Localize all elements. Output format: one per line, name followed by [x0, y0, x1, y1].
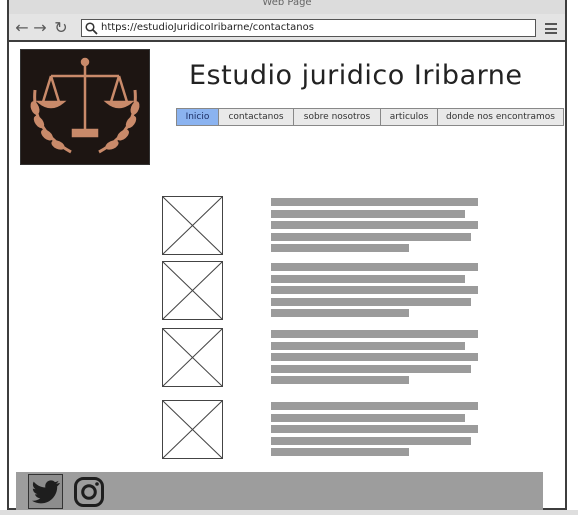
url-text: https://estudioJuridicoIribarne/contacta…: [101, 22, 314, 33]
scales-of-justice-logo: [20, 49, 150, 165]
text-placeholder: [271, 263, 478, 321]
text-placeholder: [271, 402, 478, 460]
main-nav: Inicio contactanos sobre nosotros articu…: [176, 108, 564, 126]
hamburger-menu-icon[interactable]: [545, 23, 557, 34]
status-strip: [0, 510, 578, 515]
image-placeholder: [162, 328, 223, 387]
search-icon: [85, 22, 98, 35]
footer: [16, 472, 543, 510]
twitter-icon[interactable]: [28, 474, 63, 509]
browser-toolbar: ← → ↻ https://estudioJuridicoIribarne/co…: [9, 14, 565, 42]
window-title: Web Page: [9, 0, 565, 15]
instagram-icon[interactable]: [73, 476, 105, 508]
nav-item-donde-nos-encontramos[interactable]: donde nos encontramos: [438, 108, 564, 126]
arrow-right-icon[interactable]: →: [32, 20, 48, 36]
browser-window: Web Page ← → ↻ https://estudioJuridicoIr…: [7, 0, 567, 510]
nav-item-sobre-nosotros[interactable]: sobre nosotros: [294, 108, 381, 126]
reload-icon[interactable]: ↻: [53, 20, 69, 36]
text-placeholder: [271, 198, 478, 256]
site-title: Estudio juridico Iribarne: [189, 60, 523, 91]
url-bar[interactable]: https://estudioJuridicoIribarne/contacta…: [81, 19, 536, 37]
image-placeholder: [162, 400, 223, 459]
nav-item-contactanos[interactable]: contactanos: [219, 108, 294, 126]
image-placeholder: [162, 261, 223, 320]
nav-item-inicio[interactable]: Inicio: [176, 108, 219, 126]
image-placeholder: [162, 196, 223, 255]
arrow-left-icon[interactable]: ←: [14, 20, 30, 36]
nav-item-articulos[interactable]: articulos: [381, 108, 438, 126]
text-placeholder: [271, 330, 478, 388]
